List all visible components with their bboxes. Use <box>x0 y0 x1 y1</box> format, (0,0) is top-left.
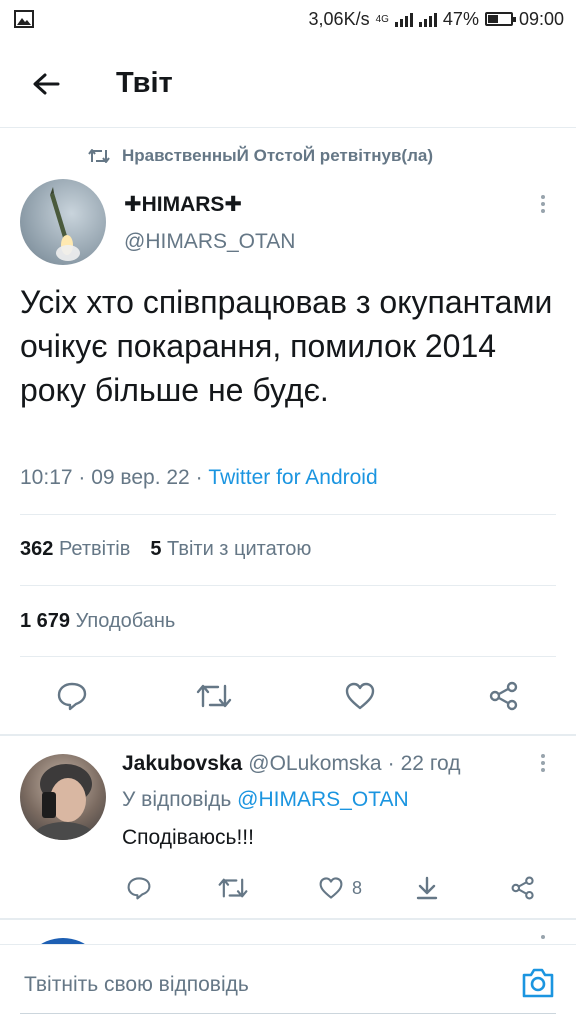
divider <box>0 918 576 920</box>
signal-icon-2 <box>418 11 437 27</box>
share-icon <box>511 876 534 900</box>
divider <box>0 734 576 736</box>
retweet-icon <box>88 149 110 163</box>
retweet-stats: 362 Ретвітів 5 Твіти з цитатою <box>20 538 311 561</box>
reply-to-label: У відповідь <box>122 788 232 811</box>
retweet-button[interactable] <box>194 670 234 722</box>
retweet-icon <box>196 684 232 708</box>
tweet-source[interactable]: Twitter for Android <box>208 466 377 489</box>
top-app-bar: Твіт <box>0 40 576 128</box>
reply-icon <box>127 877 151 900</box>
reply-input[interactable]: Твітніть свою відповідь <box>14 953 494 1017</box>
likes-count: 1 679 <box>20 610 71 632</box>
tweet-actions <box>0 670 576 722</box>
reply-reply-button[interactable] <box>126 866 152 910</box>
divider <box>20 656 556 657</box>
reply-icon <box>57 682 87 711</box>
page-title: Твіт <box>116 67 173 99</box>
tweet-time: 10:17 <box>20 466 73 489</box>
next-reply-more-button[interactable] <box>533 930 553 944</box>
reply-like-count: 8 <box>352 877 363 898</box>
reply-actions: 8 <box>0 866 576 910</box>
reply-retweet-button[interactable] <box>218 866 248 910</box>
battery-icon <box>484 12 516 26</box>
camera-icon <box>522 968 554 998</box>
retweet-notice[interactable]: НравственныЙ ОтстоЙ ретвітнув(ла) <box>88 146 433 166</box>
reply-more-button[interactable] <box>533 748 553 778</box>
author-handle[interactable]: @HIMARS_OTAN <box>124 230 295 254</box>
retweet-notice-text: НравственныЙ ОтстоЙ ретвітнув(ла) <box>122 146 433 165</box>
share-button[interactable] <box>484 670 524 722</box>
retweets-stat[interactable]: 362 Ретвітів <box>20 538 130 561</box>
share-icon <box>489 681 518 711</box>
retweets-label: Ретвітів <box>58 538 131 560</box>
heart-icon <box>345 682 375 710</box>
reply-input-placeholder: Твітніть свою відповідь <box>24 973 249 996</box>
quotes-stat[interactable]: 5 Твіти з цитатою <box>150 538 311 561</box>
reply-author-handle[interactable]: @OLukomska <box>248 752 381 776</box>
likes-label: Уподобань <box>75 610 176 632</box>
download-icon <box>416 876 438 900</box>
clock: 09:00 <box>518 8 564 29</box>
heart-icon <box>319 877 343 899</box>
reply-download-button[interactable] <box>414 866 440 910</box>
network-type: 4G <box>375 13 389 25</box>
back-button[interactable] <box>0 40 92 128</box>
network-speed: 3,06K/s <box>308 8 370 29</box>
reply-text: Сподіваюсь!!! <box>122 826 254 849</box>
battery-percent: 47% <box>442 8 479 29</box>
status-bar: 3,06K/s 4G 47% 09:00 <box>0 0 576 38</box>
reply-age: 22 год <box>400 752 461 775</box>
reply-to-handle[interactable]: @HIMARS_OTAN <box>237 788 408 811</box>
tweet-text: Усіх хто співпрацював з окупантами очіку… <box>20 284 553 408</box>
tweet-date: 09 вер. 22 <box>91 466 190 489</box>
missile-image <box>50 187 80 261</box>
author-name[interactable]: ✚HIMARS✚ <box>124 192 242 217</box>
author-avatar[interactable] <box>20 179 106 265</box>
gallery-icon <box>14 10 34 28</box>
divider <box>20 514 556 515</box>
retweet-icon <box>218 878 248 898</box>
reply-share-button[interactable] <box>510 866 536 910</box>
reply-header: Jakubovska @OLukomska · 22 год <box>122 752 461 776</box>
reply-to-line: У відповідь @HIMARS_OTAN <box>122 788 409 812</box>
divider <box>20 585 556 586</box>
quotes-label: Твіти з цитатою <box>167 538 312 560</box>
signal-icon <box>394 11 413 27</box>
input-underline <box>20 1013 556 1014</box>
reply-compose-bar: Твітніть свою відповідь <box>0 944 576 1024</box>
like-button[interactable] <box>340 670 380 722</box>
arrow-left-icon <box>33 73 60 94</box>
camera-button[interactable] <box>520 965 556 1001</box>
retweets-count: 362 <box>20 538 54 560</box>
likes-stat[interactable]: 1 679 Уподобань <box>20 610 175 633</box>
tweet-more-button[interactable] <box>533 189 553 219</box>
tweet-meta: 10:17 · 09 вер. 22 · Twitter for Android <box>20 466 378 489</box>
reply-author-name[interactable]: Jakubovska <box>122 752 242 776</box>
person-photo <box>34 764 94 840</box>
reply-like-button[interactable]: 8 <box>318 866 362 910</box>
quotes-count: 5 <box>150 538 162 560</box>
reply-button[interactable] <box>52 670 92 722</box>
reply-avatar[interactable] <box>20 754 106 840</box>
